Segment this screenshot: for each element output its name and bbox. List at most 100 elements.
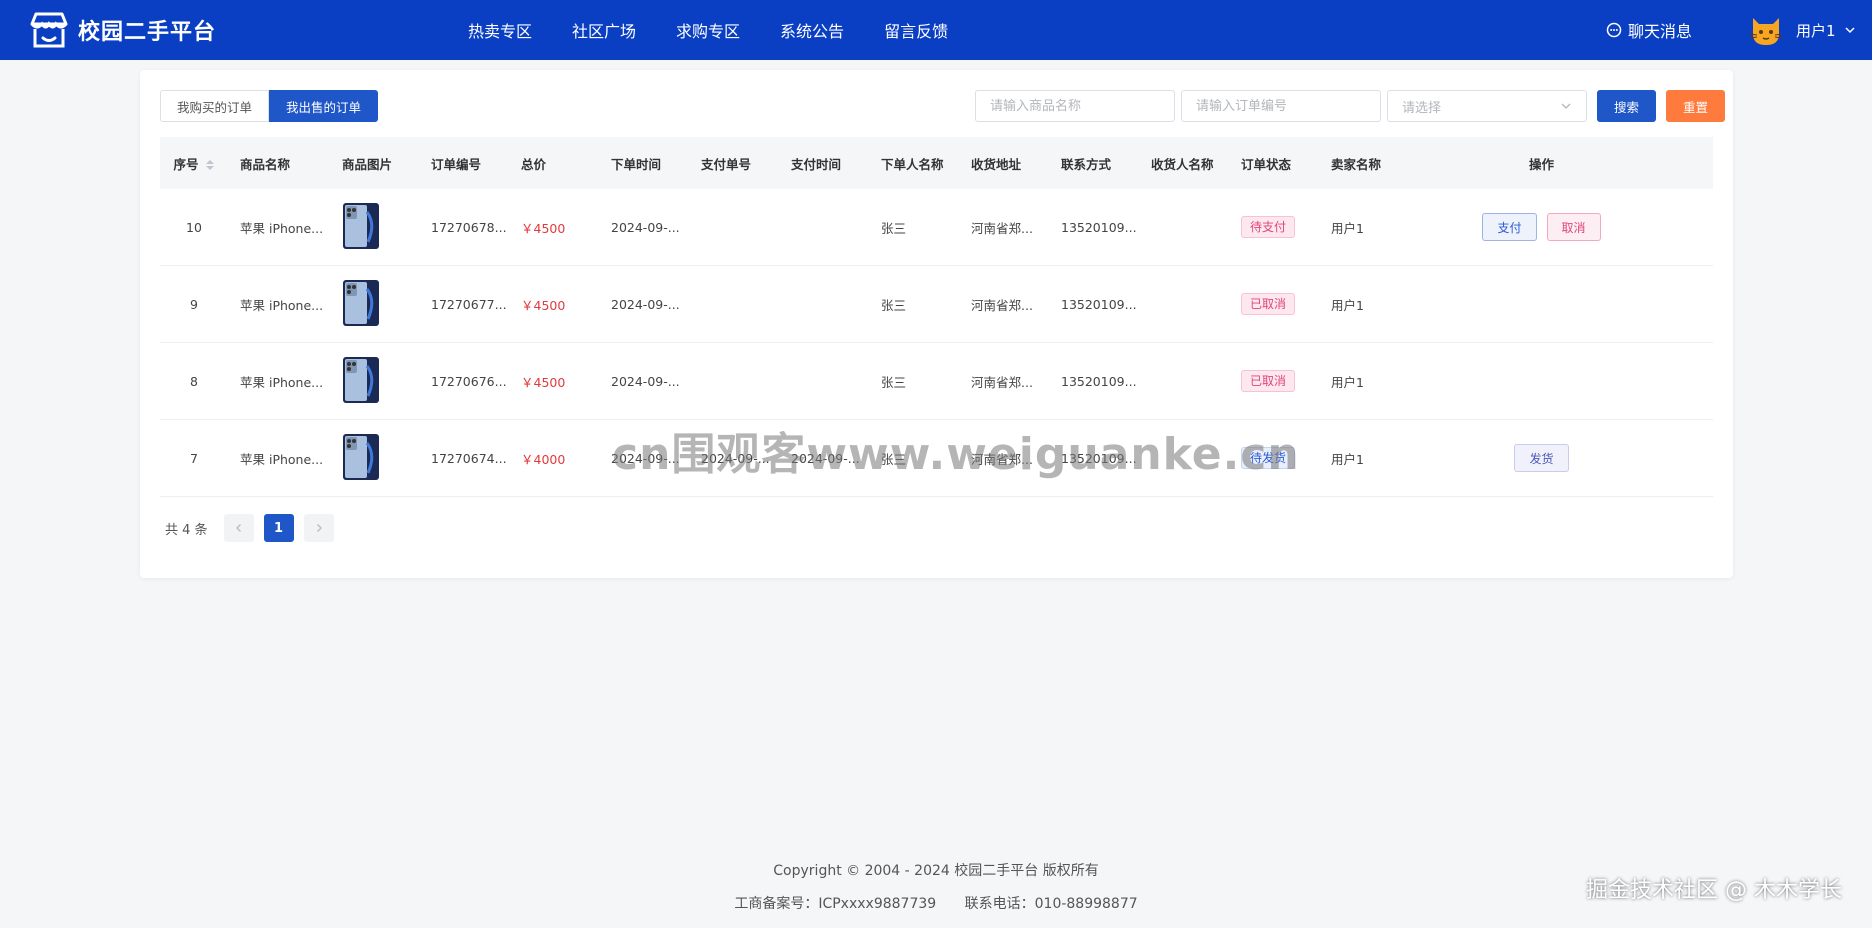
col-header-phone: 联系方式 [1061, 156, 1112, 172]
col-header-status: 订单状态 [1241, 156, 1292, 172]
cell-seller: 用户1 [1331, 297, 1364, 313]
cell-order-time: 2024-09-... [611, 373, 680, 389]
cell-order-time: 2024-09-... [611, 450, 680, 466]
page-number[interactable]: 1 [263, 514, 294, 542]
chevron-right-icon [316, 524, 322, 532]
cell-buyer: 张三 [881, 451, 907, 467]
cell-pay-no: 2024-09-... [701, 450, 770, 466]
chevron-left-icon [235, 524, 241, 532]
cell-order-no: 17270674... [431, 450, 507, 466]
cell-index: 8 [190, 373, 198, 389]
tab-my-purchases[interactable]: 我购买的订单 [160, 90, 270, 122]
cell-phone: 13520109... [1061, 373, 1137, 389]
chevron-down-icon [1845, 27, 1855, 34]
nav-feedback[interactable]: 留言反馈 [884, 18, 948, 42]
cell-product-image [330, 356, 419, 407]
cell-order-time: 2024-09-... [611, 296, 680, 312]
col-header-seller: 卖家名称 [1331, 156, 1382, 172]
table-row: 7 苹果 iPhone... 17270674... ￥4000 2024-09… [160, 420, 1713, 497]
pay-button[interactable]: 支付 [1482, 213, 1537, 241]
col-header-buyer: 下单人名称 [881, 156, 944, 172]
ship-button[interactable]: 发货 [1514, 444, 1569, 472]
cell-index: 10 [186, 219, 202, 235]
col-header-name: 商品名称 [240, 156, 291, 172]
user-menu[interactable]: 用户1 [1748, 12, 1856, 48]
table-row: 9 苹果 iPhone... 17270677... ￥4500 2024-09… [160, 266, 1713, 343]
cell-phone: 13520109... [1061, 219, 1137, 235]
cell-address: 河南省郑... [971, 451, 1033, 467]
cell-order-no: 17270677... [431, 296, 507, 312]
order-tabs: 我购买的订单 我出售的订单 [160, 90, 379, 122]
cell-seller: 用户1 [1331, 451, 1364, 467]
cell-product-image [330, 279, 419, 330]
search-button[interactable]: 搜索 [1597, 90, 1657, 122]
footer-phone: 联系电话：010-88998877 [964, 896, 1138, 912]
cell-pay-time: 2024-09-... [791, 450, 860, 466]
iphone-product-image[interactable] [342, 356, 380, 404]
status-badge: 已取消 [1241, 293, 1296, 315]
cell-status: 已取消 [1229, 293, 1319, 315]
brand-title: 校园二手平台 [78, 20, 217, 45]
nav-wanted[interactable]: 求购专区 [676, 18, 740, 42]
col-header-total: 总价 [521, 156, 547, 172]
cell-seller: 用户1 [1331, 374, 1364, 390]
status-badge: 待发货 [1241, 447, 1296, 469]
cell-buyer: 张三 [881, 297, 907, 313]
brand[interactable]: 校园二手平台 [28, 10, 216, 50]
col-header-receiver: 收货人名称 [1151, 156, 1214, 172]
status-badge: 待支付 [1241, 216, 1296, 238]
footer-icp: 工商备案号：ICPxxxx9887739 [734, 896, 937, 912]
cell-seller: 用户1 [1331, 220, 1364, 236]
nav-announcements[interactable]: 系统公告 [780, 18, 844, 42]
cell-total-price: ￥4500 [521, 220, 566, 236]
cell-product-name: 苹果 iPhone... [240, 374, 324, 390]
col-header-actions: 操作 [1528, 156, 1554, 172]
chevron-down-icon [1561, 103, 1571, 109]
iphone-product-image[interactable] [342, 279, 380, 327]
cell-index: 9 [190, 296, 198, 312]
order-status-select[interactable]: 请选择 [1387, 90, 1587, 122]
cell-order-time: 2024-09-... [611, 219, 680, 235]
main-nav: 热卖专区 社区广场 求购专区 系统公告 留言反馈 [468, 0, 988, 60]
table-row: 10 苹果 iPhone... 17270678... ￥4500 2024-0… [160, 189, 1713, 266]
cell-buyer: 张三 [881, 220, 907, 236]
prev-page-button[interactable] [223, 514, 254, 542]
cancel-order-button[interactable]: 取消 [1546, 213, 1601, 241]
table-row: 8 苹果 iPhone... 17270676... ￥4500 2024-09… [160, 343, 1713, 420]
tab-my-sales[interactable]: 我出售的订单 [269, 90, 379, 122]
chat-bubble-icon [1606, 22, 1622, 38]
pagination: 共 4 条 1 [165, 514, 344, 542]
nav-hot-sale[interactable]: 热卖专区 [468, 18, 532, 42]
col-header-order-time: 下单时间 [611, 156, 662, 172]
reset-button[interactable]: 重置 [1666, 90, 1726, 122]
col-header-pay-time: 支付时间 [791, 156, 842, 172]
cell-product-name: 苹果 iPhone... [240, 297, 324, 313]
table-header: 序号 商品名称 商品图片 订单编号 总价 下单时间 支付单号 支付时间 下单人名… [160, 137, 1713, 189]
cell-order-no: 17270676... [431, 373, 507, 389]
next-page-button[interactable] [303, 514, 334, 542]
nav-community[interactable]: 社区广场 [572, 18, 636, 42]
col-header-image: 商品图片 [342, 156, 393, 172]
cell-product-name: 苹果 iPhone... [240, 220, 324, 236]
cell-address: 河南省郑... [971, 374, 1033, 390]
product-name-input[interactable] [975, 90, 1175, 122]
cell-address: 河南省郑... [971, 220, 1033, 236]
cell-buyer: 张三 [881, 374, 907, 390]
cell-status: 已取消 [1229, 370, 1319, 392]
iphone-product-image[interactable] [342, 433, 380, 481]
user-name: 用户1 [1796, 21, 1836, 40]
sort-icon[interactable] [205, 159, 215, 171]
cell-phone: 13520109... [1061, 296, 1137, 312]
top-nav-bar: 校园二手平台 热卖专区 社区广场 求购专区 系统公告 留言反馈 聊天消息 用户1 [0, 0, 1872, 60]
orders-table: 序号 商品名称 商品图片 订单编号 总价 下单时间 支付单号 支付时间 下单人名… [160, 137, 1713, 497]
orders-card: 我购买的订单 我出售的订单 请选择 搜索 重置 序号 商品名称 商品图片 订单编… [140, 70, 1733, 578]
chat-label: 聊天消息 [1628, 22, 1693, 41]
shop-logo-icon [30, 12, 68, 48]
col-header-index[interactable]: 序号 [160, 154, 228, 173]
order-number-input[interactable] [1181, 90, 1381, 122]
chat-messages-link[interactable]: 聊天消息 [1606, 18, 1692, 42]
iphone-product-image[interactable] [342, 202, 380, 250]
col-header-order-no: 订单编号 [431, 156, 482, 172]
filter-bar: 请选择 搜索 重置 [975, 90, 1726, 122]
select-placeholder: 请选择 [1402, 100, 1442, 116]
